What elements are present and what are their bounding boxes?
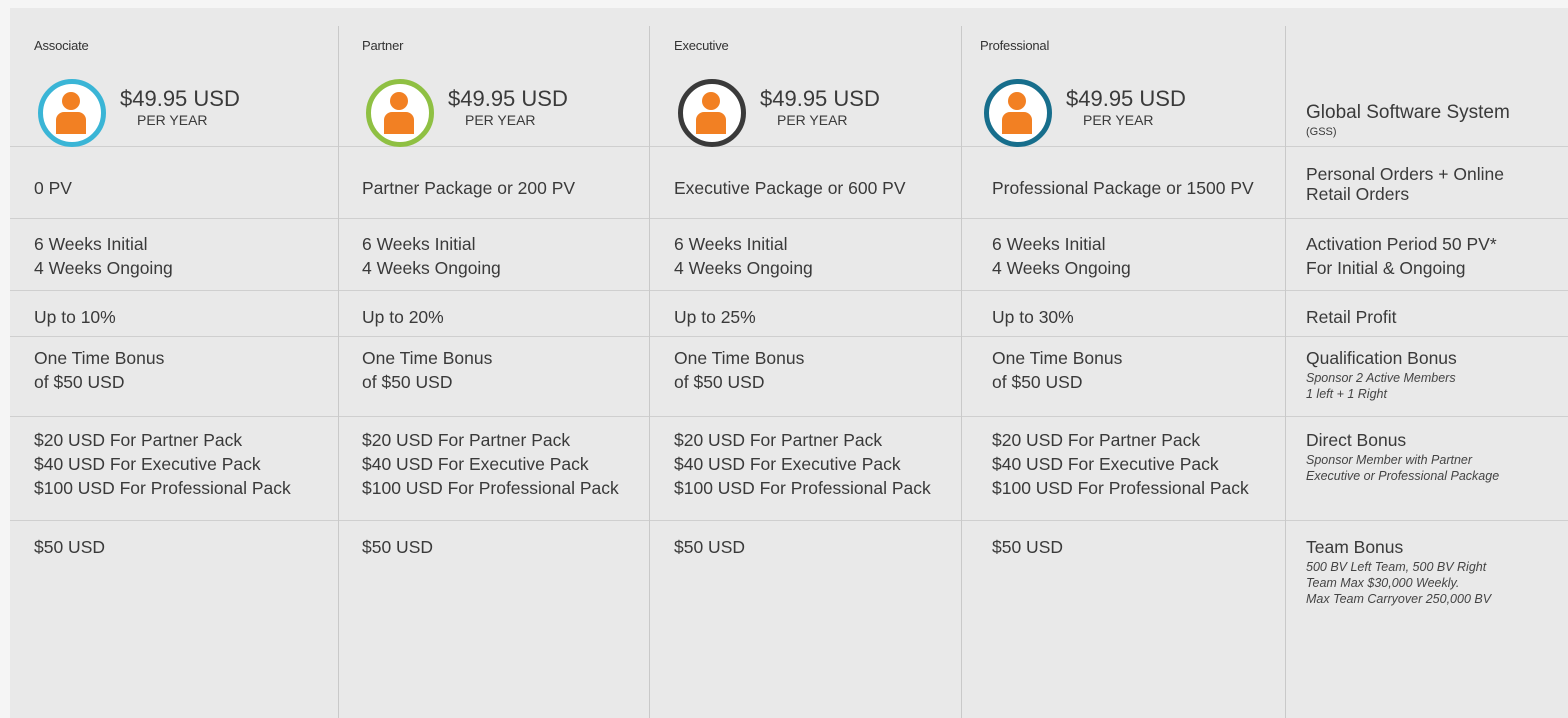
gss-title: Global Software System (GSS) (1306, 102, 1510, 138)
retail-profit: Up to 25% (674, 307, 756, 327)
qualification-bonus: One Time Bonus of $50 USD (992, 348, 1123, 392)
feature-pv-label: Personal Orders + Online Retail Orders (1306, 164, 1504, 204)
person-icon (366, 79, 434, 147)
activation-period: 6 Weeks Initial 4 Weeks Ongoing (362, 234, 501, 278)
compensation-comparison-table: Associate $49.95 USD PER YEAR 0 PV 6 Wee… (10, 8, 1568, 718)
team-bonus: $50 USD (992, 537, 1064, 557)
pv-requirement: Professional Package or 1500 PV (992, 178, 1254, 198)
direct-bonus: $20 USD For Partner Pack $40 USD For Exec… (362, 430, 619, 498)
plan-price: $49.95 USD (448, 86, 568, 111)
direct-bonus: $20 USD For Partner Pack $40 USD For Exec… (674, 430, 931, 498)
retail-profit: Up to 10% (34, 307, 116, 327)
direct-bonus: $20 USD For Partner Pack $40 USD For Exec… (992, 430, 1249, 498)
plan-period: PER YEAR (465, 112, 536, 128)
qualification-bonus: One Time Bonus of $50 USD (674, 348, 805, 392)
feature-direct-label: Direct Bonus Sponsor Member with Partner E… (1306, 430, 1500, 483)
team-bonus: $50 USD (362, 537, 434, 557)
plan-name: Associate (34, 38, 89, 53)
plan-period: PER YEAR (1083, 112, 1154, 128)
pv-requirement: 0 PV (34, 178, 72, 198)
person-icon (38, 79, 106, 147)
team-bonus: $50 USD (674, 537, 746, 557)
feature-team-label: Team Bonus 500 BV Left Team, 500 BV Right… (1306, 537, 1492, 606)
plan-period: PER YEAR (777, 112, 848, 128)
activation-period: 6 Weeks Initial 4 Weeks Ongoing (674, 234, 813, 278)
plan-name: Executive (674, 38, 729, 53)
activation-period: 6 Weeks Initial 4 Weeks Ongoing (34, 234, 173, 278)
person-icon (678, 79, 746, 147)
pv-requirement: Partner Package or 200 PV (362, 178, 576, 198)
plan-column-professional: Professional $49.95 USD PER YEAR Profess… (962, 26, 1286, 718)
team-bonus: $50 USD (34, 537, 106, 557)
qualification-bonus: One Time Bonus of $50 USD (362, 348, 493, 392)
retail-profit: Up to 20% (362, 307, 444, 327)
plan-price: $49.95 USD (1066, 86, 1186, 111)
qualification-bonus: One Time Bonus of $50 USD (34, 348, 165, 392)
feature-activation-label: Activation Period 50 PV* For Initial & On… (1306, 234, 1497, 278)
pv-requirement: Executive Package or 600 PV (674, 178, 906, 198)
plan-name: Partner (362, 38, 404, 53)
activation-period: 6 Weeks Initial 4 Weeks Ongoing (992, 234, 1131, 278)
plan-period: PER YEAR (137, 112, 208, 128)
feature-qualification-label: Qualification Bonus Sponsor 2 Active Memb… (1306, 348, 1457, 401)
plan-price: $49.95 USD (120, 86, 240, 111)
retail-profit: Up to 30% (992, 307, 1074, 327)
plan-price: $49.95 USD (760, 86, 880, 111)
plan-column-associate: Associate $49.95 USD PER YEAR 0 PV 6 Wee… (10, 26, 339, 718)
plan-name: Professional (980, 38, 1050, 53)
plan-column-partner: Partner $49.95 USD PER YEAR Partner Pack… (338, 26, 650, 718)
person-icon (984, 79, 1052, 147)
feature-label-column: Global Software System (GSS) Personal Ord… (1286, 26, 1568, 718)
feature-retail-label: Retail Profit (1306, 307, 1397, 327)
plan-column-executive: Executive $49.95 USD PER YEAR Executive … (650, 26, 962, 718)
direct-bonus: $20 USD For Partner Pack $40 USD For Exec… (34, 430, 291, 498)
